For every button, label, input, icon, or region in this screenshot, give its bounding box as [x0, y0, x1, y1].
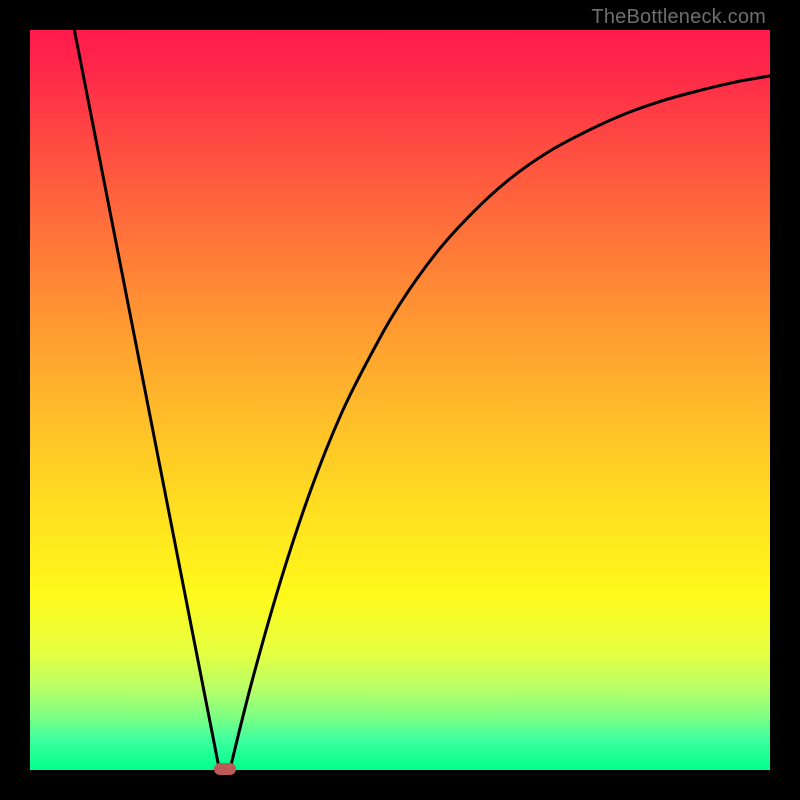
minimum-marker	[214, 763, 236, 775]
curve-svg	[30, 30, 770, 770]
left-branch-path	[74, 30, 219, 770]
chart-frame: TheBottleneck.com	[0, 0, 800, 800]
right-branch-path	[230, 76, 770, 770]
watermark-text: TheBottleneck.com	[591, 6, 766, 29]
plot-area	[30, 30, 770, 770]
